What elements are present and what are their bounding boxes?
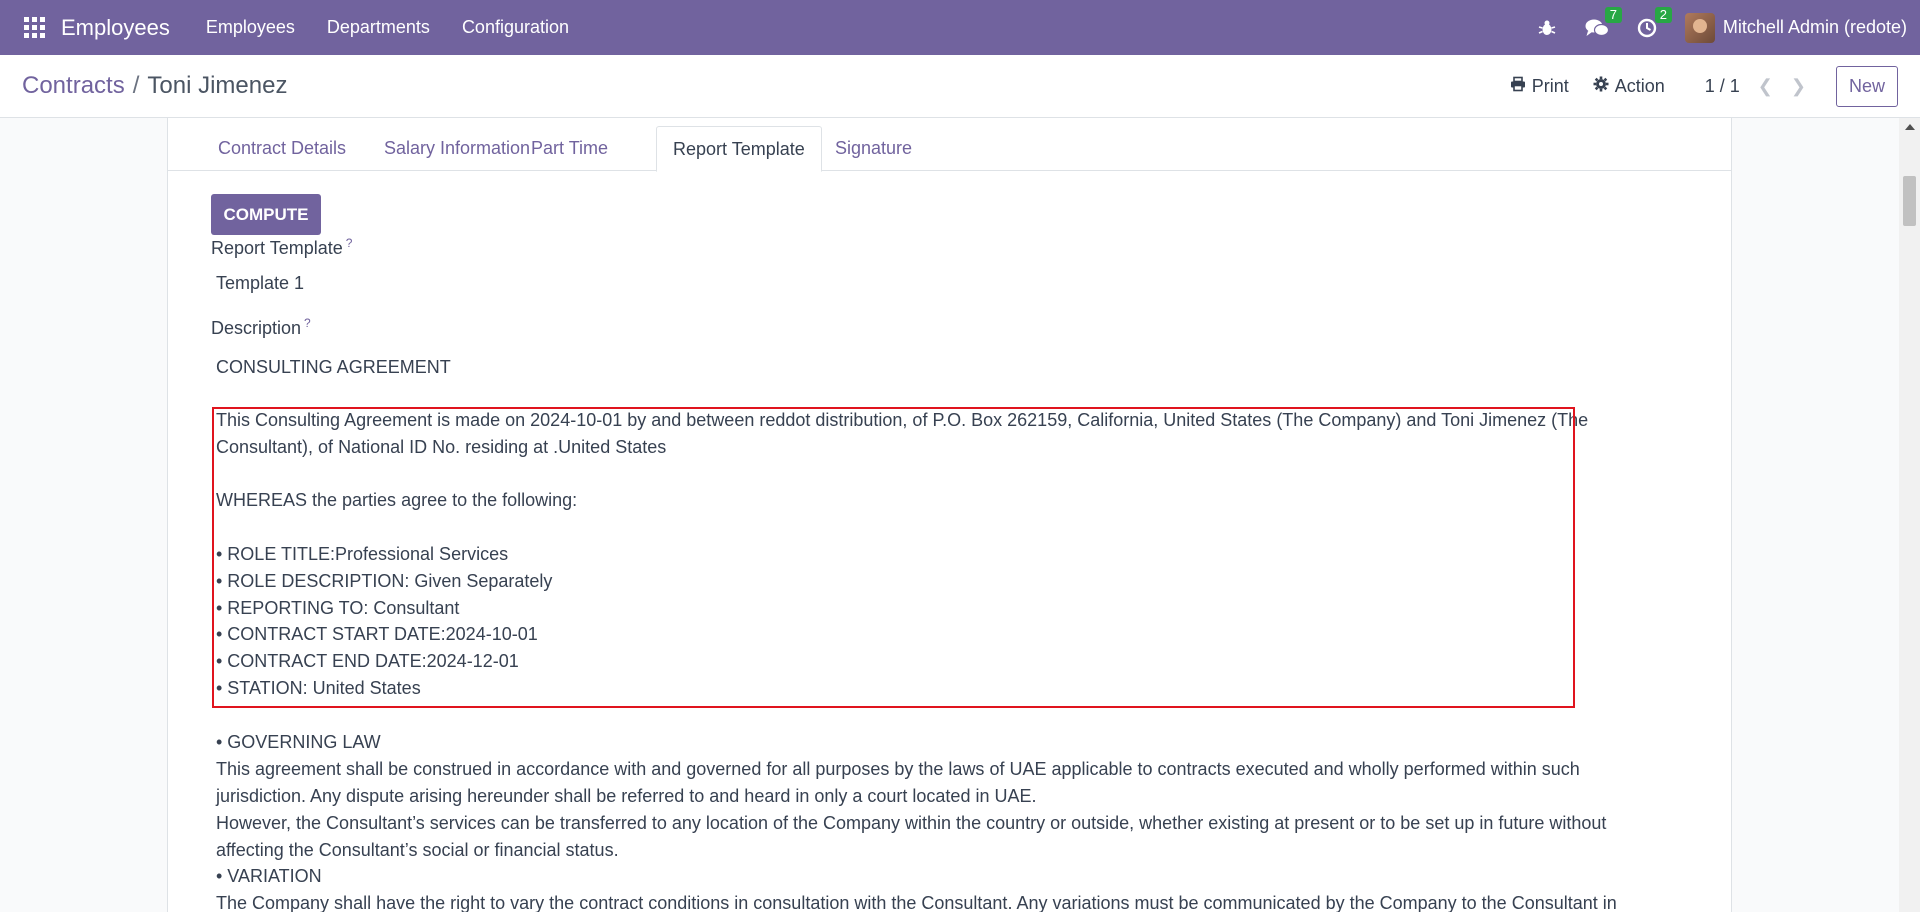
avatar (1684, 12, 1715, 43)
action-label: Action (1614, 76, 1665, 96)
description-line: • VARIATION (216, 866, 322, 886)
chat-icon[interactable]: 7 (1585, 6, 1622, 40)
description-line: affecting the Consultant’s social or fin… (216, 840, 619, 860)
bug-icon[interactable] (1535, 16, 1559, 40)
report-template-field[interactable]: Template 1 (216, 273, 304, 294)
description-label-text: Description (211, 318, 302, 338)
description-label: Description? (211, 316, 311, 339)
chevron-right-icon[interactable]: ❯ (1791, 76, 1806, 97)
new-button[interactable]: New (1835, 66, 1898, 107)
action-button[interactable]: Action (1593, 76, 1665, 97)
print-label: Print (1531, 76, 1569, 96)
user-name: Mitchell Admin (redote) (1722, 17, 1907, 37)
chevron-left-icon[interactable]: ❮ (1758, 76, 1773, 97)
description-line: CONSULTING AGREEMENT (216, 357, 451, 377)
vertical-scrollbar[interactable] (1899, 118, 1920, 912)
report-template-help-icon[interactable]: ? (346, 236, 353, 250)
tab-signature[interactable]: Signature (819, 126, 928, 171)
description-line: This agreement shall be construed in acc… (216, 759, 1580, 779)
breadcrumb-current: Toni Jimenez (147, 72, 288, 99)
gear-icon (1593, 76, 1609, 97)
top-navbar: Employees Employees Departments Configur… (0, 0, 1920, 55)
chat-count-badge: 7 (1604, 6, 1622, 23)
tab-report-template[interactable]: Report Template (656, 126, 822, 172)
tab-part-time[interactable]: Part Time (515, 126, 624, 171)
print-icon (1510, 76, 1526, 97)
print-button[interactable]: Print (1510, 76, 1569, 97)
menu-employees[interactable]: Employees (190, 17, 311, 38)
description-help-icon[interactable]: ? (304, 316, 311, 330)
user-menu[interactable]: Mitchell Admin (redote) (1684, 12, 1907, 43)
app-name[interactable]: Employees (61, 15, 170, 41)
description-line: However, the Consultant’s services can b… (216, 813, 1607, 833)
pager-value[interactable]: 1 / 1 (1705, 76, 1740, 97)
menu-departments[interactable]: Departments (311, 17, 446, 38)
clock-icon[interactable]: 2 (1635, 6, 1672, 40)
notebook-tabs: Contract Details Salary Information Part… (168, 126, 1731, 172)
form-sheet: Contract Details Salary Information Part… (167, 118, 1732, 912)
description-line: The Company shall have the right to vary… (216, 893, 1617, 912)
report-template-label: Report Template? (211, 236, 352, 259)
description-line: • GOVERNING LAW (216, 732, 381, 752)
scroll-up-arrow-icon[interactable] (1905, 124, 1915, 130)
apps-grid-icon[interactable] (23, 17, 45, 39)
compute-button[interactable]: COMPUTE (211, 194, 321, 235)
control-panel: Contracts / Toni Jimenez Print Action 1 / … (0, 55, 1920, 118)
tab-contract-details[interactable]: Contract Details (202, 126, 362, 171)
menu-configuration[interactable]: Configuration (446, 17, 585, 38)
activity-count-badge: 2 (1654, 6, 1672, 23)
scrollbar-thumb[interactable] (1903, 176, 1916, 226)
breadcrumb-contracts[interactable]: Contracts (22, 72, 125, 99)
breadcrumb: Contracts / Toni Jimenez (22, 72, 287, 100)
breadcrumb-separator: / (132, 72, 140, 99)
description-line: jurisdiction. Any dispute arising hereun… (216, 786, 1037, 806)
highlight-annotation-box (212, 407, 1575, 708)
report-template-label-text: Report Template (211, 238, 343, 258)
